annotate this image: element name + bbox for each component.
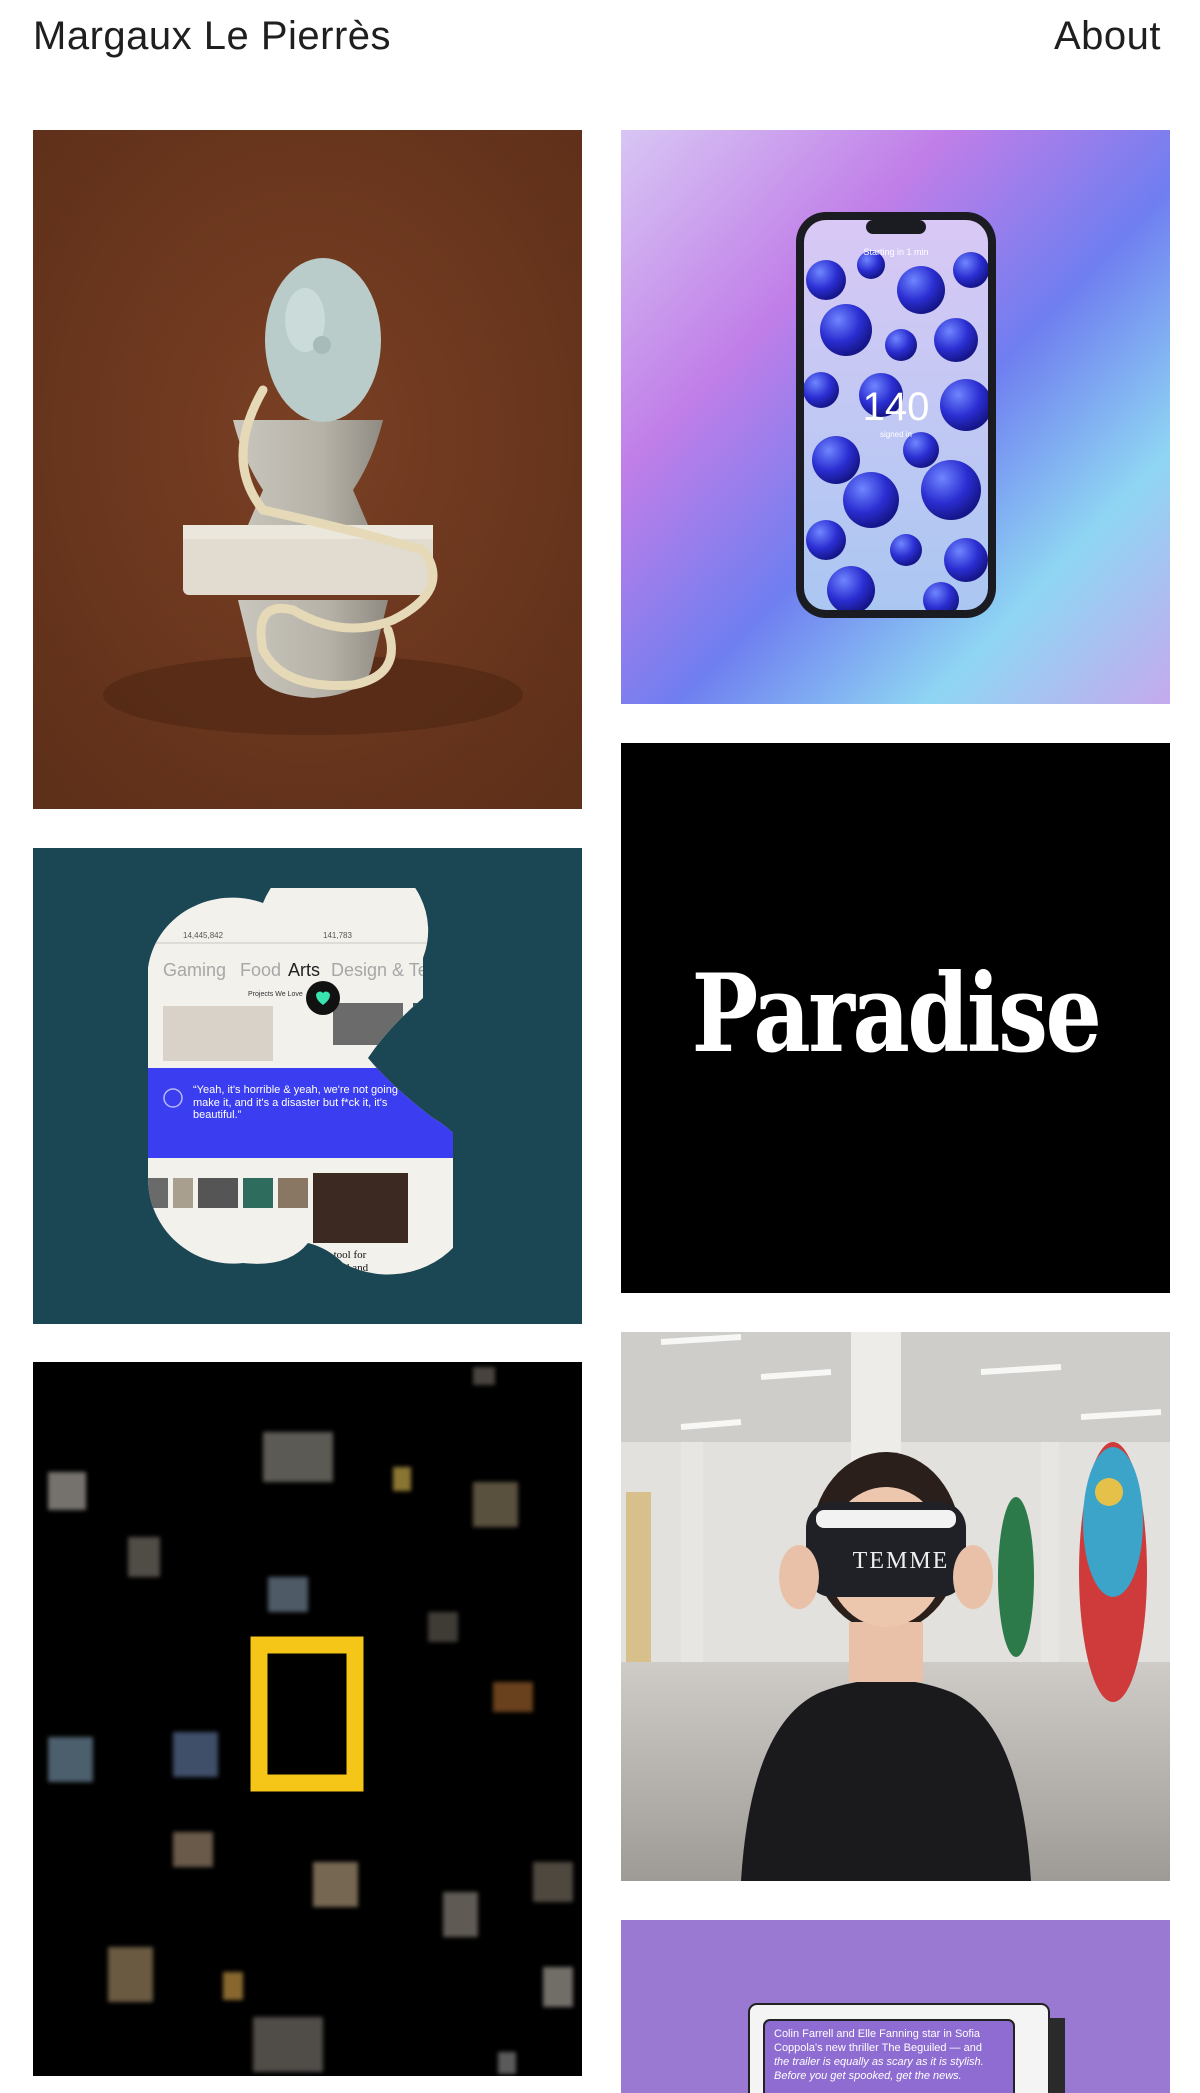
arts-stat-right: 141,783: [323, 931, 352, 940]
project-tile-article[interactable]: Colin Farrell and Elle Fanning star in S…: [621, 1920, 1170, 2093]
project-tile-sculpture[interactable]: [33, 130, 582, 809]
national-geographic-image: [33, 1362, 582, 2076]
phone-status-text: Starting in 1 min: [863, 247, 928, 257]
vr-headset-image: TEMME: [621, 1332, 1170, 1881]
arts-quote: “Yeah, it's horrible & yeah, we're not g…: [193, 1084, 411, 1122]
project-tile-national-geographic[interactable]: [33, 1362, 582, 2076]
project-tile-phone-app[interactable]: Starting in 1 min 140 signed in: [621, 130, 1170, 704]
article-line-4: Before you get spooked, get the news.: [774, 2070, 962, 2082]
article-line-2: Coppola's new thriller The Beguiled — an…: [774, 2042, 982, 2054]
project-tile-arts[interactable]: 14,445,842 141,783 Gaming Food Arts Desi…: [33, 848, 582, 1324]
article-image: Colin Farrell and Elle Fanning star in S…: [621, 1920, 1170, 2093]
site-header: Margaux Le Pierrès About: [0, 0, 1200, 80]
phone-count: 140: [863, 385, 930, 429]
site-title[interactable]: Margaux Le Pierrès: [33, 14, 391, 59]
project-tile-paradise[interactable]: Paradise: [621, 743, 1170, 1293]
arts-collage-image: 14,445,842 141,783 Gaming Food Arts Desi…: [33, 848, 582, 1324]
arts-section-label: Projects We Love: [248, 991, 303, 998]
paradise-wordmark: Paradise: [691, 951, 1102, 1077]
vr-headset-brand: TEMME: [853, 1548, 950, 1574]
arts-category-gaming: Gaming: [163, 960, 226, 980]
phone-app-image: Starting in 1 min 140 signed in: [621, 130, 1170, 704]
arts-category-arts: Arts: [288, 960, 320, 980]
arts-category-food: Food: [240, 960, 281, 980]
sculpture-image: [33, 130, 582, 809]
article-line-3: the trailer is equally as scary as it is…: [774, 2056, 984, 2068]
article-line-1: Colin Farrell and Elle Fanning star in S…: [774, 2028, 981, 2040]
phone-count-caption: signed in: [880, 430, 912, 439]
arts-stat-left: 14,445,842: [183, 931, 224, 940]
project-tile-vr[interactable]: TEMME: [621, 1332, 1170, 1881]
about-link[interactable]: About: [1054, 14, 1161, 59]
